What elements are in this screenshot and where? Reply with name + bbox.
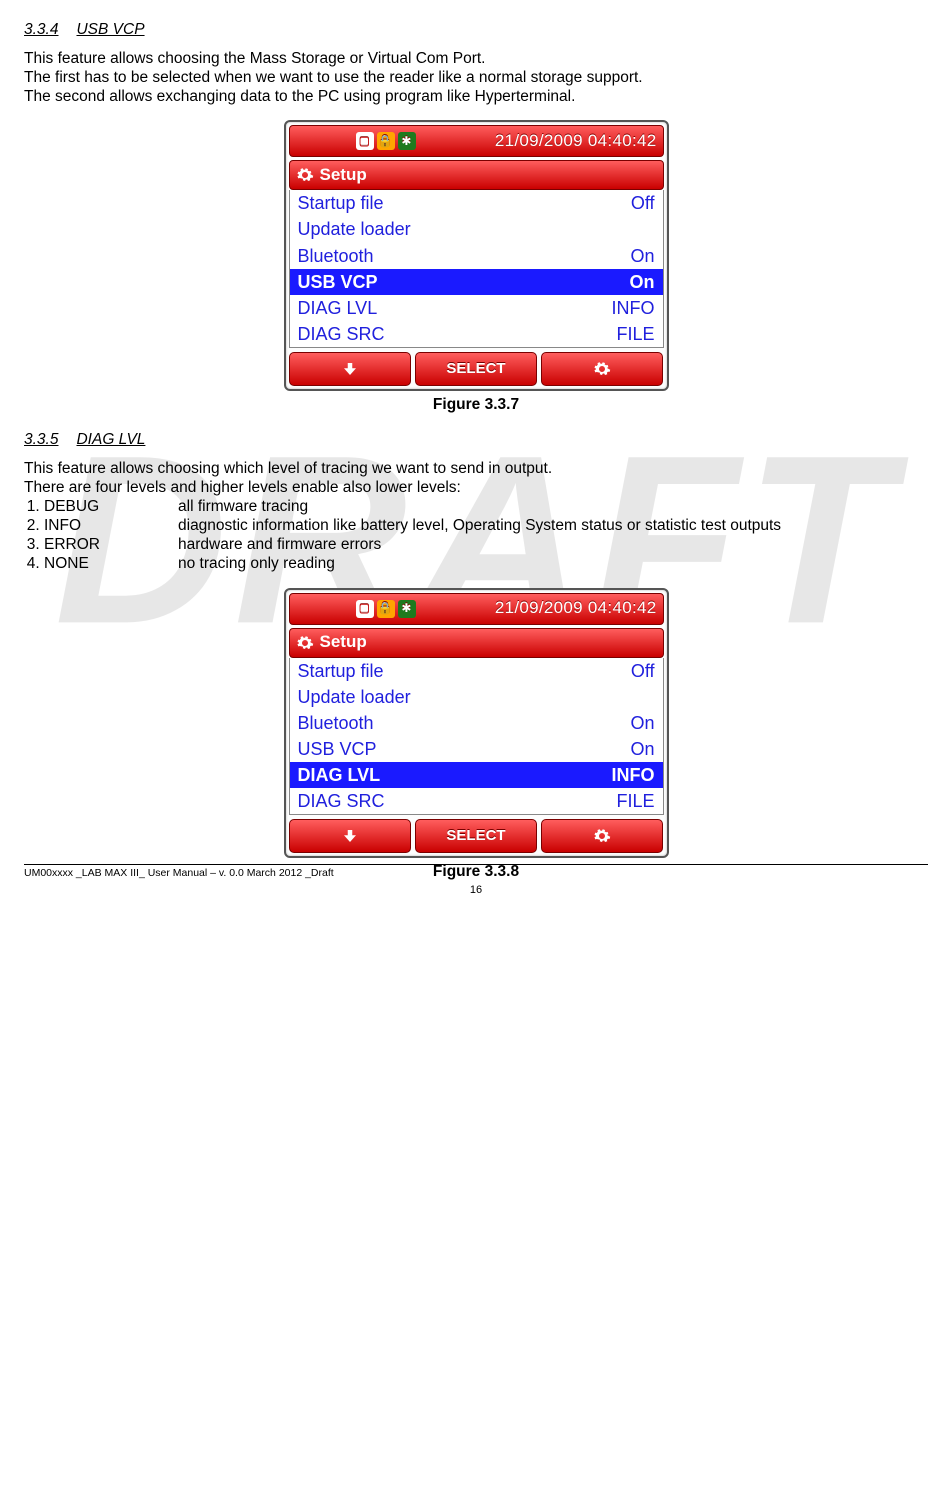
paragraph: This feature allows choosing the Mass St… <box>24 49 928 68</box>
item-label: Bluetooth <box>298 712 374 734</box>
section-heading-335: 3.3.5 DIAG LVL <box>24 430 928 449</box>
list-item[interactable]: Bluetooth On <box>290 243 663 269</box>
paragraph: The first has to be selected when we wan… <box>24 68 928 87</box>
setup-title-bar: Setup <box>289 628 664 658</box>
list-item[interactable]: USB VCP On <box>290 736 663 762</box>
setup-label: Setup <box>320 165 367 186</box>
item-label: DIAG LVL <box>298 297 378 319</box>
status-bar: ▢ 🔒 ✱ 21/09/2009 04:40:42 <box>289 125 664 157</box>
paragraph: The second allows exchanging data to the… <box>24 87 928 106</box>
lock-icon: 🔒 <box>377 132 395 150</box>
setup-title-bar: Setup <box>289 160 664 190</box>
section-heading-334: 3.3.4 USB VCP <box>24 20 928 39</box>
list-item[interactable]: DIAG SRC FILE <box>290 788 663 814</box>
level-name: NONE <box>44 554 178 573</box>
level-item: ERRORhardware and firmware errors <box>44 535 928 554</box>
setup-list: Startup fileOffUpdate loaderBluetoothOnU… <box>289 658 664 816</box>
level-description: all firmware tracing <box>178 497 928 516</box>
item-value: On <box>630 712 654 734</box>
item-value: On <box>630 271 655 293</box>
item-label: DIAG SRC <box>298 790 385 812</box>
arrow-down-icon <box>341 360 359 378</box>
gear-icon <box>296 634 314 652</box>
item-label: Update loader <box>298 686 411 708</box>
item-value: INFO <box>612 297 655 319</box>
list-item[interactable]: DIAG LVL INFO <box>290 295 663 321</box>
settings-button[interactable] <box>541 819 663 853</box>
device-screenshot-1: ▢ 🔒 ✱ 21/09/2009 04:40:42 Setup Startup … <box>284 120 669 391</box>
figure-caption: Figure 3.3.8 <box>24 862 928 881</box>
item-label: DIAG LVL <box>298 764 381 786</box>
level-name: INFO <box>44 516 178 535</box>
level-item: INFOdiagnostic information like battery … <box>44 516 928 535</box>
section-number: 3.3.4 <box>24 20 58 39</box>
item-label: USB VCP <box>298 738 377 760</box>
figure-caption: Figure 3.3.7 <box>24 395 928 414</box>
item-label: Startup file <box>298 192 384 214</box>
level-item: NONEno tracing only reading <box>44 554 928 573</box>
levels-list: DEBUGall firmware tracingINFOdiagnostic … <box>24 497 928 573</box>
item-value: Off <box>631 192 655 214</box>
section-334-body: This feature allows choosing the Mass St… <box>24 49 928 106</box>
section-title: DIAG LVL <box>76 430 145 449</box>
page-number: 16 <box>24 884 928 898</box>
setup-list: Startup fileOffUpdate loaderBluetoothOnU… <box>289 190 664 348</box>
level-description: no tracing only reading <box>178 554 928 573</box>
list-item[interactable]: Bluetooth On <box>290 710 663 736</box>
paragraph: There are four levels and higher levels … <box>24 478 928 497</box>
down-button[interactable] <box>289 352 411 386</box>
gear-icon <box>296 166 314 184</box>
status-bar: ▢ 🔒 ✱ 21/09/2009 04:40:42 <box>289 593 664 625</box>
section-number: 3.3.5 <box>24 430 58 449</box>
item-value: INFO <box>612 764 655 786</box>
gear-icon <box>593 827 611 845</box>
item-label: Bluetooth <box>298 245 374 267</box>
item-value: FILE <box>616 790 654 812</box>
level-item: DEBUGall firmware tracing <box>44 497 928 516</box>
arrow-down-icon <box>341 827 359 845</box>
section-title: USB VCP <box>76 20 144 39</box>
settings-button[interactable] <box>541 352 663 386</box>
item-value: FILE <box>616 323 654 345</box>
item-value: On <box>630 245 654 267</box>
setup-label: Setup <box>320 632 367 653</box>
list-item[interactable]: Startup file Off <box>290 190 663 216</box>
list-item[interactable]: Update loader <box>290 216 663 242</box>
item-label: Startup file <box>298 660 384 682</box>
item-value: On <box>630 738 654 760</box>
item-label: Update loader <box>298 218 411 240</box>
card-off-icon: ▢ <box>356 600 374 618</box>
lock-icon: 🔒 <box>377 600 395 618</box>
item-label: USB VCP <box>298 271 378 293</box>
select-button[interactable]: SELECT <box>415 819 537 853</box>
list-item[interactable]: USB VCP On <box>290 269 663 295</box>
paragraph: This feature allows choosing which level… <box>24 459 928 478</box>
datetime-label: 21/09/2009 04:40:42 <box>495 598 657 619</box>
down-button[interactable] <box>289 819 411 853</box>
device-screenshot-2: ▢ 🔒 ✱ 21/09/2009 04:40:42 Setup Startup … <box>284 588 669 859</box>
select-button[interactable]: SELECT <box>415 352 537 386</box>
level-name: ERROR <box>44 535 178 554</box>
gear-icon <box>593 360 611 378</box>
bluetooth-icon: ✱ <box>398 132 416 150</box>
list-item[interactable]: DIAG LVL INFO <box>290 762 663 788</box>
list-item[interactable]: DIAG SRC FILE <box>290 321 663 347</box>
level-description: diagnostic information like battery leve… <box>178 516 928 535</box>
list-item[interactable]: Update loader <box>290 684 663 710</box>
level-name: DEBUG <box>44 497 178 516</box>
datetime-label: 21/09/2009 04:40:42 <box>495 131 657 152</box>
list-item[interactable]: Startup file Off <box>290 658 663 684</box>
card-off-icon: ▢ <box>356 132 374 150</box>
item-label: DIAG SRC <box>298 323 385 345</box>
item-value: Off <box>631 660 655 682</box>
bluetooth-icon: ✱ <box>398 600 416 618</box>
level-description: hardware and firmware errors <box>178 535 928 554</box>
